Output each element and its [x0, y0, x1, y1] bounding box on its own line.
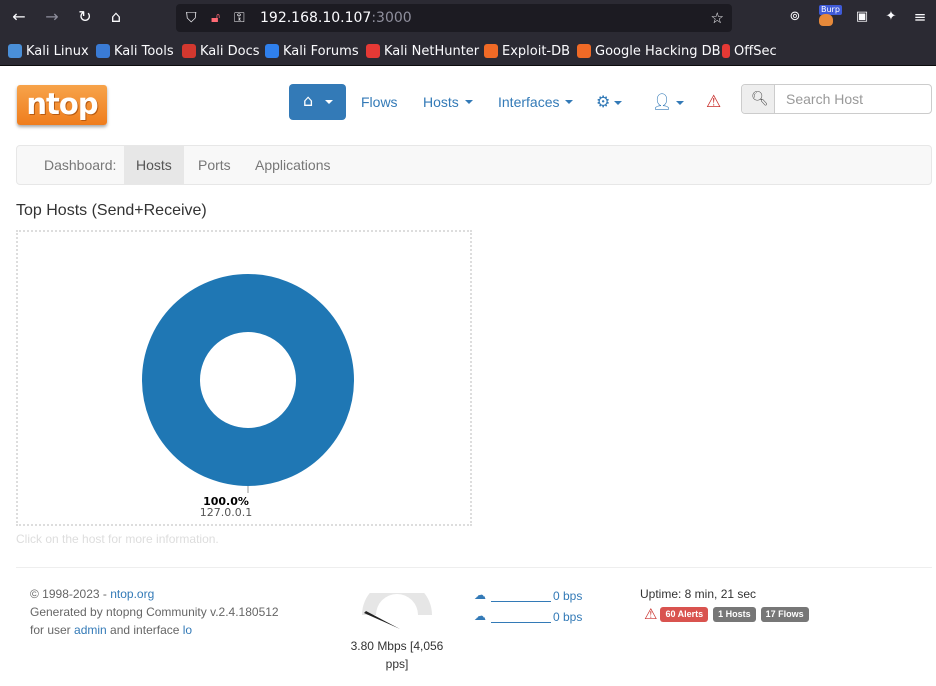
tab-ports[interactable]: Ports — [186, 146, 243, 184]
kali-tools-icon — [96, 44, 110, 58]
bookmark-kali-tools[interactable]: Kali Tools — [96, 43, 174, 59]
nav-flows[interactable]: Flows — [361, 94, 398, 110]
exploit-db-icon — [484, 44, 498, 58]
offsec-icon — [722, 44, 730, 58]
donut-slice[interactable] — [142, 274, 354, 486]
home-icon[interactable]: ⌂ — [105, 6, 127, 28]
gauge-arc — [362, 593, 432, 615]
bookmark-kali-docs[interactable]: Kali Docs — [182, 43, 260, 59]
shield-icon[interactable]: ⛉ — [186, 8, 197, 28]
lock-icon[interactable]: 🔓︎ — [211, 8, 220, 28]
warning-icon: ⚠ — [644, 605, 658, 623]
ntop-org-link[interactable]: ntop.org — [110, 587, 154, 601]
search-icon: 🔍︎ — [751, 91, 769, 107]
interface-lo-link[interactable]: lo — [183, 623, 192, 637]
bookmark-exploit-db[interactable]: Exploit-DB — [484, 43, 570, 59]
nav-interfaces[interactable]: Interfaces — [498, 94, 574, 110]
throughput-gauge — [362, 593, 432, 629]
gear-icon: ⚙ — [596, 92, 611, 111]
logo-text: ntop — [26, 87, 98, 121]
burp-face — [819, 14, 833, 26]
upload-sparkline — [491, 601, 551, 602]
bookmark-kali-linux[interactable]: Kali Linux — [8, 43, 89, 59]
extension-icon[interactable]: ▣ — [853, 8, 871, 26]
uptime-text: Uptime: 8 min, 21 sec — [640, 587, 757, 601]
copyright-text: © 1998-2023 - — [30, 587, 111, 601]
browser-toolbar: ← → ↻ ⌂ ⛉ 🔓︎ ⚿ 192.168.10.107:3000 ☆ ⊚ B… — [0, 0, 936, 36]
subnav-dashboard-label: Dashboard: — [44, 157, 117, 173]
arrow-right-icon[interactable]: → — [41, 6, 63, 28]
url-text[interactable]: 192.168.10.107:3000 — [260, 8, 412, 28]
address-bar[interactable]: ⛉ 🔓︎ ⚿ 192.168.10.107:3000 ☆ — [176, 4, 732, 32]
star-icon[interactable]: ☆ — [711, 8, 724, 28]
home-icon: ⌂ — [303, 91, 314, 110]
user-prefix: for user — [30, 623, 75, 637]
footer-user-interface: for user admin and interface lo — [30, 622, 192, 639]
cloud-download-icon: ☁ — [474, 609, 486, 623]
home-dropdown-button[interactable]: ⌂ — [289, 84, 346, 120]
hosts-badge[interactable]: 1 Hosts — [713, 606, 756, 622]
footer-copyright: © 1998-2023 - ntop.org — [30, 586, 154, 603]
chevron-down-icon — [464, 100, 473, 105]
bookmark-google-hacking-db[interactable]: Google Hacking DB — [577, 43, 721, 59]
bookmark-kali-forums[interactable]: Kali Forums — [265, 43, 359, 59]
status-badges: ⚠ 60 Alerts 1 Hosts 17 Flows — [644, 605, 814, 623]
bookmarks-toolbar: Kali Linux Kali Tools Kali Docs Kali For… — [0, 36, 936, 66]
extension-icon-2[interactable]: ✦ — [882, 8, 900, 26]
search-host-field[interactable]: 🔍︎ — [741, 84, 932, 114]
tab-applications[interactable]: Applications — [243, 146, 343, 184]
upload-value: 0 bps — [553, 589, 583, 603]
chevron-down-icon — [614, 100, 623, 105]
search-addon: 🔍︎ — [742, 85, 775, 113]
ghdb-icon — [577, 44, 591, 58]
reload-icon[interactable]: ↻ — [74, 6, 96, 28]
interface-prefix: and interface — [106, 623, 183, 637]
kali-dragon-icon — [8, 44, 22, 58]
nethunter-icon — [366, 44, 380, 58]
alerts-badge[interactable]: 60 Alerts — [660, 606, 709, 622]
pocket-icon[interactable]: ⊚ — [786, 8, 804, 26]
nav-hosts-label: Hosts — [423, 94, 459, 110]
warning-icon[interactable]: ⚠ — [706, 92, 721, 112]
key-icon[interactable]: ⚿ — [234, 8, 245, 28]
footer-divider — [16, 567, 932, 568]
chart-hint: Click on the host for more information. — [16, 532, 219, 546]
nav-interfaces-label: Interfaces — [498, 94, 560, 110]
download-sparkline — [491, 622, 551, 623]
user-dropdown[interactable]: 👤︎ — [652, 92, 685, 112]
donut-chart-svg: 100.0%127.0.0.1 — [142, 274, 354, 519]
section-title: Top Hosts (Send+Receive) — [16, 202, 207, 219]
chevron-down-icon — [676, 100, 685, 105]
bookmark-kali-nethunter[interactable]: Kali NetHunter — [366, 43, 479, 59]
hamburger-menu-icon[interactable]: ≡ — [911, 8, 929, 26]
sub-navigation: Dashboard: Hosts Ports Applications — [16, 145, 932, 185]
throughput-rate: 3.80 Mbps [4,056 pps] — [350, 639, 444, 671]
bookmark-offsec[interactable]: OffSec — [722, 43, 777, 59]
cloud-upload-icon: ☁ — [474, 588, 486, 602]
chevron-down-icon — [325, 100, 333, 104]
kali-docs-icon — [182, 44, 196, 58]
search-input[interactable] — [786, 89, 926, 109]
kali-forums-icon — [265, 44, 279, 58]
user-icon: 👤︎ — [652, 92, 673, 111]
settings-dropdown[interactable]: ⚙ — [596, 92, 623, 112]
flows-badge[interactable]: 17 Flows — [760, 606, 809, 622]
admin-link[interactable]: admin — [74, 623, 107, 637]
ntop-page: ntop ⌂ Flows Hosts Interfaces ⚙ 👤︎ ⚠ 🔍︎ … — [0, 67, 936, 686]
tab-hosts[interactable]: Hosts — [124, 146, 184, 184]
slice-host-label[interactable]: 127.0.0.1 — [200, 506, 252, 519]
burp-extension-icon[interactable]: Burp — [815, 5, 842, 27]
top-hosts-chart: 100.0% 127.0.0.1 — [16, 230, 472, 526]
arrow-left-icon[interactable]: ← — [8, 6, 30, 28]
ntop-logo[interactable]: ntop — [17, 85, 107, 125]
footer-generated: Generated by ntopng Community v.2.4.1805… — [30, 605, 279, 619]
download-value: 0 bps — [553, 610, 583, 624]
gauge-needle — [364, 611, 400, 629]
chevron-down-icon — [565, 100, 574, 105]
nav-hosts[interactable]: Hosts — [423, 94, 473, 110]
